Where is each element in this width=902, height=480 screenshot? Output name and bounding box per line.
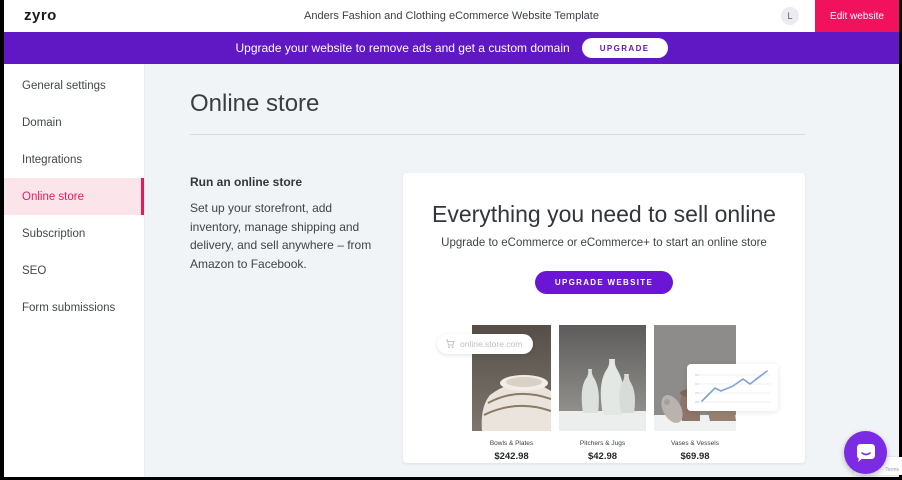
promo-heading: Everything you need to sell online	[403, 201, 805, 228]
page-title: Online store	[190, 90, 899, 118]
sidebar-item-form-submissions[interactable]: Form submissions	[4, 289, 144, 326]
sidebar-item-general-settings[interactable]: General settings	[4, 67, 144, 104]
run-store-title: Run an online store	[190, 175, 403, 189]
topbar: zyro Anders Fashion and Clothing eCommer…	[4, 0, 899, 32]
app-window: zyro Anders Fashion and Clothing eCommer…	[4, 0, 899, 477]
cart-icon	[445, 339, 455, 349]
run-store-description: Set up your storefront, add inventory, m…	[190, 199, 375, 273]
pitchers-product-image	[559, 325, 646, 431]
upgrade-banner-text: Upgrade your website to remove ads and g…	[236, 41, 570, 55]
page-title-topbar: Anders Fashion and Clothing eCommerce We…	[4, 10, 899, 22]
main-content: Online store Run an online store Set up …	[145, 64, 899, 477]
product-price: $69.98	[654, 451, 736, 462]
sidebar-item-integrations[interactable]: Integrations	[4, 141, 144, 178]
product-name: Bowls & Plates	[472, 440, 551, 447]
zyro-logo[interactable]: zyro	[24, 7, 57, 24]
sidebar-item-domain[interactable]: Domain	[4, 104, 144, 141]
sales-trend-card	[687, 364, 778, 411]
settings-sidebar: General settings Domain Integrations Onl…	[4, 64, 145, 477]
store-url-pill: online.store.com	[437, 334, 533, 354]
product-name: Pitchers & Jugs	[559, 440, 646, 447]
product-price: $42.98	[559, 451, 646, 462]
chat-widget-button[interactable]	[844, 431, 887, 474]
product-name: Vases & Vessels	[654, 440, 736, 447]
upgrade-website-button[interactable]: UPGRADE WEBSITE	[535, 271, 673, 294]
product-price: $242.98	[472, 451, 551, 462]
store-url-text: online.store.com	[460, 339, 522, 349]
sales-trend-chart	[687, 364, 778, 411]
sidebar-item-seo[interactable]: SEO	[4, 252, 144, 289]
edit-website-button[interactable]: Edit website	[815, 0, 899, 32]
chat-bubble-icon	[855, 442, 877, 463]
avatar[interactable]: L	[781, 7, 799, 25]
sidebar-item-online-store[interactable]: Online store	[4, 178, 144, 215]
product-card-pitchers: Pitchers & Jugs $42.98	[559, 325, 646, 462]
upgrade-banner: Upgrade your website to remove ads and g…	[4, 32, 899, 64]
ecommerce-promo-card: Everything you need to sell online Upgra…	[403, 173, 805, 463]
upgrade-banner-button[interactable]: UPGRADE	[582, 38, 668, 58]
promo-subheading: Upgrade to eCommerce or eCommerce+ to st…	[403, 237, 805, 249]
title-divider	[190, 134, 805, 135]
terms-label[interactable]: Terms	[885, 467, 899, 473]
run-store-section: Run an online store Set up your storefro…	[190, 173, 403, 463]
sidebar-item-subscription[interactable]: Subscription	[4, 215, 144, 252]
